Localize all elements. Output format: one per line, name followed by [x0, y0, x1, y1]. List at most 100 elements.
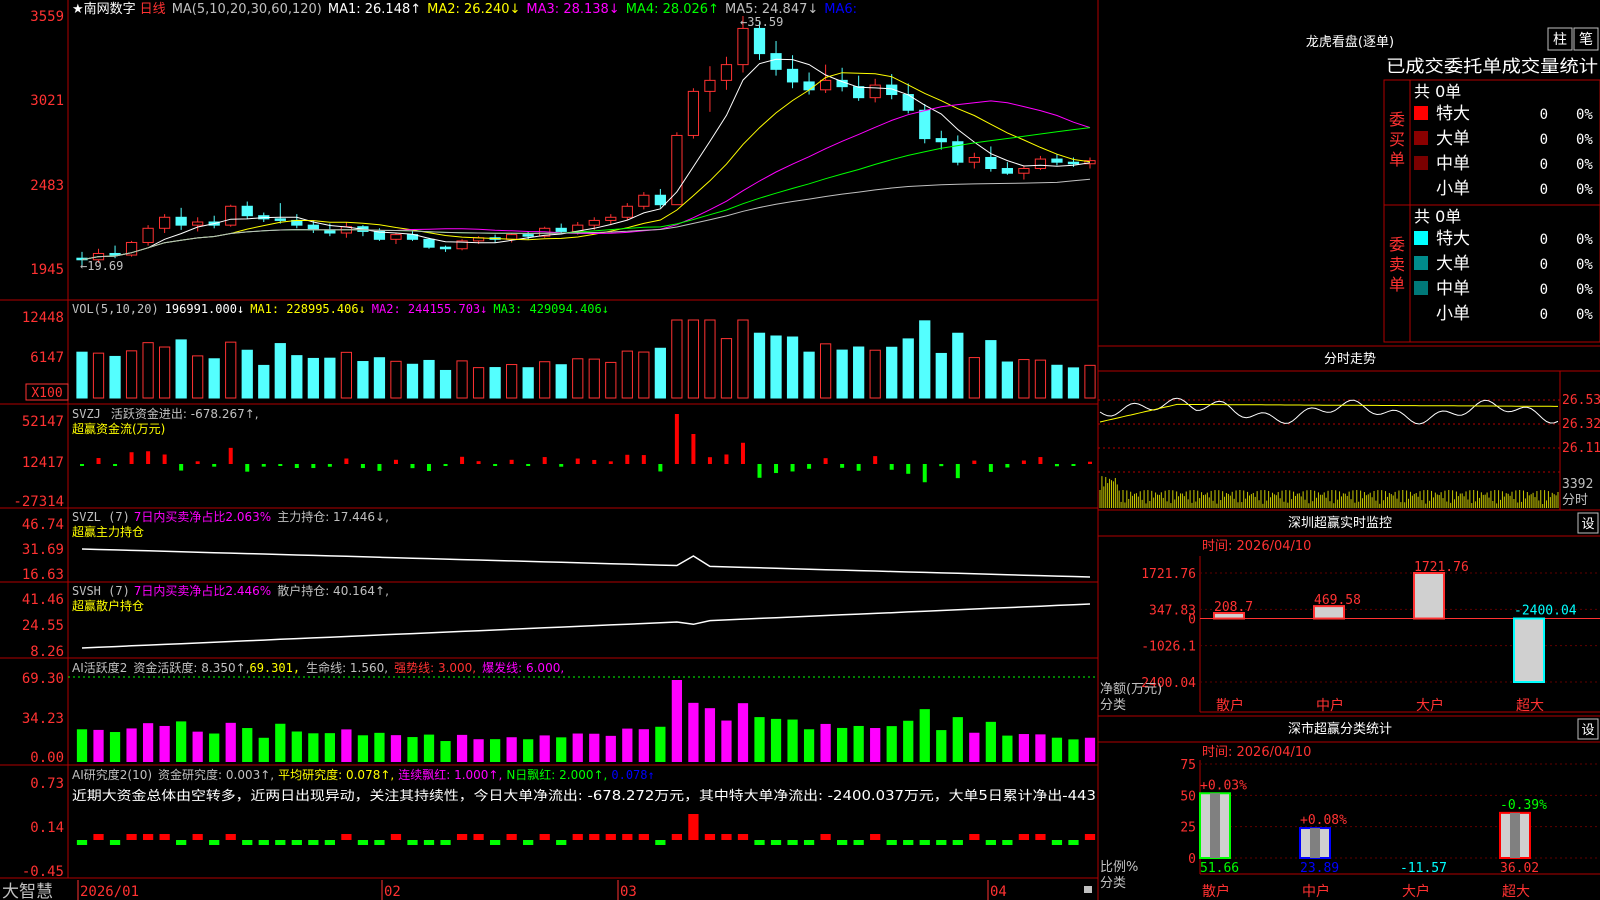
ai-active-bar: [407, 737, 418, 762]
svzj-bar: [658, 464, 663, 472]
candle[interactable]: [638, 192, 650, 210]
candle[interactable]: [208, 215, 220, 229]
candle[interactable]: [902, 83, 914, 114]
candle[interactable]: [159, 214, 171, 234]
svzj-bar: [790, 464, 795, 472]
vol-bar: [1001, 361, 1013, 399]
ai-research-bar: [209, 840, 220, 845]
btn-bi-label: 笔: [1579, 32, 1593, 48]
candle[interactable]: [1018, 165, 1030, 180]
svzj-header: SVZJ 活跃资金进出: -678.267↑,: [72, 406, 259, 421]
sz-class-change: +0.03%: [1200, 778, 1247, 793]
candle[interactable]: [125, 240, 138, 257]
row-percent: 0%: [1576, 157, 1593, 173]
vol-bar: [621, 350, 633, 399]
ai-active-bar: [721, 720, 732, 762]
vol-bar: [720, 338, 733, 399]
sz-monitor-tick: 1721.76: [1141, 567, 1196, 582]
ai-active-bar: [969, 732, 980, 762]
candle[interactable]: [869, 78, 881, 103]
ai-research-bar: [622, 834, 633, 840]
candle[interactable]: [671, 132, 683, 206]
candle[interactable]: [952, 135, 964, 166]
candle[interactable]: [704, 66, 716, 112]
svzj-bar: [774, 464, 779, 474]
candle[interactable]: [1051, 154, 1063, 166]
ai-research-bar: [638, 834, 649, 840]
candle[interactable]: [175, 207, 187, 230]
candle[interactable]: [192, 217, 204, 232]
svzj-bar: [856, 464, 861, 471]
ai-research-bar: [456, 834, 468, 840]
ai-active-bar: [787, 719, 798, 762]
candle[interactable]: [274, 203, 286, 224]
vol-bar: [737, 319, 749, 399]
candle[interactable]: [1001, 162, 1013, 175]
candle[interactable]: [985, 146, 997, 172]
sz-monitor-category: 中户: [1316, 697, 1344, 714]
candle[interactable]: [621, 203, 633, 221]
ai-research-bar: [853, 840, 864, 845]
candlestick-chart[interactable]: [76, 16, 1096, 267]
candle[interactable]: [357, 225, 369, 237]
candle[interactable]: [456, 239, 468, 251]
ai-research-bar: [886, 840, 897, 845]
ai-active-bar: [126, 728, 137, 762]
ai-active-bar: [473, 739, 484, 762]
candle[interactable]: [968, 152, 980, 169]
candle[interactable]: [803, 72, 815, 95]
row-value: 0: [1540, 307, 1548, 323]
candle[interactable]: [555, 223, 567, 234]
candle[interactable]: [241, 201, 253, 219]
sz-class-title: 深市超赢分类统计: [1288, 721, 1392, 737]
ai-research-bar: [787, 840, 798, 845]
candle[interactable]: [886, 74, 898, 100]
sz-monitor-xlabel: 分类: [1100, 698, 1126, 713]
svg-text:1945: 1945: [30, 262, 64, 278]
ai-active-bar: [556, 737, 567, 762]
row-name: 中单: [1436, 154, 1470, 174]
vol-bar: [489, 367, 501, 399]
ai-active-bar: [919, 709, 930, 762]
candle[interactable]: [935, 130, 947, 150]
order-row: 特大 0 0%: [1414, 229, 1593, 249]
vol-bar: [291, 355, 303, 399]
ai-research-bar: [688, 814, 699, 840]
candle[interactable]: [142, 225, 154, 246]
candle[interactable]: [819, 64, 832, 93]
ai-active-bar: [456, 734, 468, 762]
svg-text:单: 单: [1389, 150, 1405, 169]
svzj-bar: [542, 457, 547, 464]
ai-research-bar: [770, 840, 782, 845]
candle[interactable]: [439, 245, 452, 252]
candle[interactable]: [406, 231, 419, 241]
svg-text:3559: 3559: [30, 9, 64, 25]
vol-bar: [506, 364, 518, 399]
ai-research-bar: [655, 840, 666, 845]
svzj-bar: [873, 456, 878, 464]
sz-class-tick: 25: [1180, 821, 1196, 836]
candle[interactable]: [853, 75, 865, 101]
svg-text:6147: 6147: [30, 350, 64, 366]
vol-bar: [258, 364, 270, 399]
candle[interactable]: [687, 88, 700, 139]
ai-research-bar: [341, 834, 352, 840]
ai-active-bar: [1068, 739, 1079, 762]
sz-monitor-tick: -1026.1: [1141, 640, 1196, 655]
candle[interactable]: [786, 55, 799, 89]
order-row: 大单 0 0%: [1414, 129, 1593, 149]
candle[interactable]: [1034, 155, 1047, 171]
lock-icon[interactable]: [1084, 886, 1092, 893]
candle[interactable]: [770, 41, 782, 76]
ai-research-bar: [903, 840, 914, 845]
candle[interactable]: [225, 204, 237, 227]
candle[interactable]: [836, 67, 848, 92]
candle[interactable]: [390, 233, 402, 245]
ai-active-bar: [903, 720, 914, 762]
sz-monitor-ylabel: 净额(万元): [1100, 682, 1162, 697]
ai-research-desc: 近期大资金总体由空转多，近两日出现异动，关注其持续性，今日大单净流出: -678…: [72, 788, 1096, 804]
row-color-swatch: [1414, 281, 1428, 295]
svg-text:02: 02: [384, 884, 401, 900]
vol-bar: [704, 319, 716, 399]
candle[interactable]: [720, 56, 733, 90]
